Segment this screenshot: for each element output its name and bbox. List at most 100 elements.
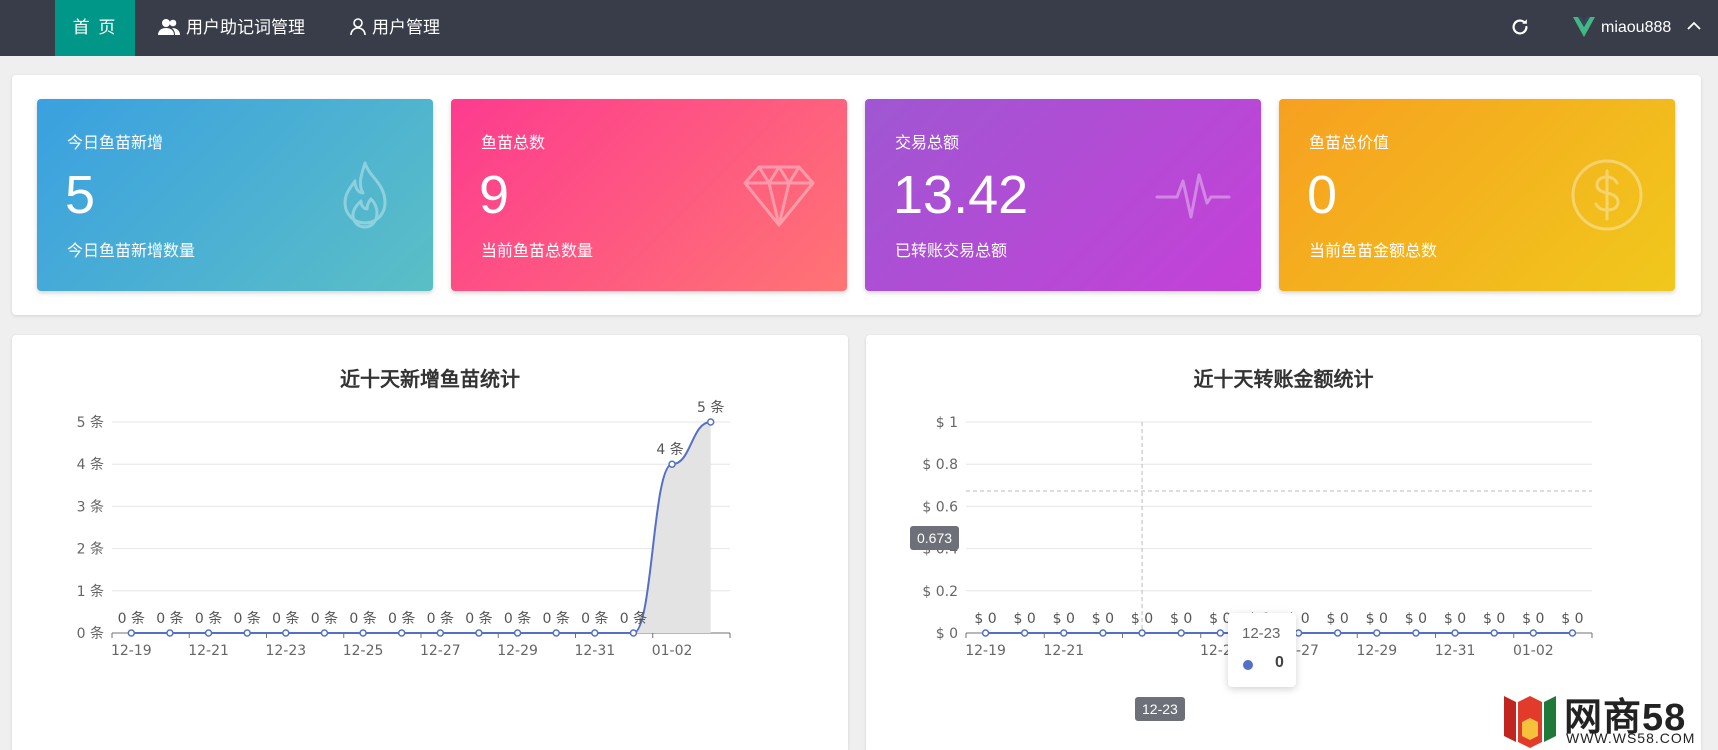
data-label: 0 条 [581,610,608,627]
data-label: 0 条 [465,610,492,627]
card-title: 交易总额 [895,135,960,152]
data-point [282,629,290,637]
watermark: 网商58 WWW.WS58.COM [1502,686,1704,750]
series-line [131,421,711,634]
watermark-url: WWW.WS58.COM [1566,730,1696,746]
data-point [436,629,445,637]
data-label: $ 0 [1561,611,1583,627]
data-point [127,629,136,637]
data-point [1177,629,1185,637]
nav-user-label: 用户管理 [372,18,440,37]
crosshair-y-label: 0.673 [910,526,960,550]
data-point [1099,629,1107,637]
data-point [1294,629,1303,637]
data-label: 0 条 [272,610,299,627]
y-tick-label: $ 0.6 [922,499,958,515]
card-title: 鱼苗总价值 [1309,135,1390,152]
card-subtitle: 当前鱼苗金额总数 [1309,243,1438,260]
data-point [475,629,483,637]
x-tick-label: 12-21 [188,643,229,659]
data-point [591,629,599,637]
data-label: $ 0 [1366,611,1388,627]
y-tick-label: 5 条 [77,414,104,431]
data-point [1373,629,1381,637]
fire-icon [343,161,387,229]
data-point [397,629,406,637]
data-point [1451,629,1459,637]
card-subtitle: 当前鱼苗总数量 [481,243,594,260]
y-tick-label: $ 0.2 [922,584,958,600]
y-tick-label: $ 1 [936,415,958,431]
data-label: 0 条 [195,610,222,627]
stats-panel: 今日鱼苗新增 5 今日鱼苗新增数量 鱼苗总数 9 当前鱼苗总数量 交易总额 13… [12,75,1701,315]
card-value: 13.42 [893,165,1029,225]
username[interactable]: miaou888 [1601,0,1671,56]
data-point [1060,629,1068,637]
y-tick-label: 2 条 [77,541,104,558]
data-point [668,460,676,468]
watermark-logo-icon [1504,696,1556,748]
x-tick-label: 12-31 [1435,643,1476,659]
data-label: 4 条 [656,441,683,458]
x-tick-label: 12-21 [1043,643,1084,659]
data-point [243,629,251,637]
crosshair-x-label: 12-23 [1135,697,1185,721]
refresh-icon[interactable] [1509,16,1531,38]
data-label: 0 条 [118,610,145,627]
x-tick-label: 12-19 [111,643,152,659]
card-value: 9 [479,165,510,225]
x-tick-label: 12-27 [420,643,461,659]
y-tick-label: $ 0.8 [922,457,958,473]
stat-card-today-new: 今日鱼苗新增 5 今日鱼苗新增数量 [37,99,433,291]
data-label: 0 条 [311,610,338,627]
nav-user-management[interactable]: 用户管理 [350,0,440,56]
stat-card-total-count: 鱼苗总数 9 当前鱼苗总数量 [451,99,847,291]
card-subtitle: 今日鱼苗新增数量 [67,243,196,260]
data-point [359,629,367,637]
nav-mnemonic-management[interactable]: 用户助记词管理 [158,0,305,56]
data-point [1529,629,1538,637]
user-icon [350,18,366,36]
data-point [320,629,329,637]
data-label: 0 条 [620,610,647,627]
y-tick-label: $ 0 [936,626,958,642]
y-tick-label: 3 条 [77,498,104,515]
data-label: $ 0 [1053,611,1075,627]
data-label: 0 条 [543,610,570,627]
data-point [706,418,715,426]
data-label: 0 条 [234,610,261,627]
data-point [166,629,174,637]
card-title: 今日鱼苗新增 [67,135,164,152]
data-point [1412,629,1420,637]
y-tick-label: 0 条 [77,625,104,642]
data-point [1490,629,1498,637]
pulse-icon [1155,173,1231,219]
x-tick-label: 01-02 [652,643,693,659]
dollar-icon [1571,159,1643,231]
y-tick-label: 1 条 [77,583,104,600]
x-tick-label: 12-25 [343,643,384,659]
card-value: 5 [65,165,96,225]
chart-panel-new-fish: 近十天新增鱼苗统计 0 条1 条2 条3 条4 条5 条 12-19 12-21 12… [12,335,848,750]
data-point [1568,629,1577,637]
card-value: 0 [1307,165,1338,225]
tooltip-date: 12-23 [1242,625,1281,642]
data-label: 0 条 [156,610,183,627]
data-label: $ 0 [1092,611,1114,627]
data-point [552,629,560,637]
chevron-up-icon[interactable] [1686,20,1702,32]
x-tick-label: 01-02 [1513,643,1554,659]
data-label: $ 0 [1131,611,1153,627]
data-label: 0 条 [504,610,531,627]
nav-home[interactable]: 首 页 [55,0,135,56]
x-tick-label: 12-29 [1356,643,1397,659]
data-point [1020,629,1029,637]
data-label: $ 0 [974,611,996,627]
stat-card-transaction-total: 交易总额 13.42 已转账交易总额 [865,99,1261,291]
tooltip-series-marker [1243,660,1253,670]
data-label: $ 0 [1014,611,1036,627]
chart-tooltip: 12-23 0 [1228,613,1296,687]
users-icon [158,19,180,35]
x-tick-label: 12-19 [965,643,1006,659]
data-label: $ 0 [1483,611,1505,627]
